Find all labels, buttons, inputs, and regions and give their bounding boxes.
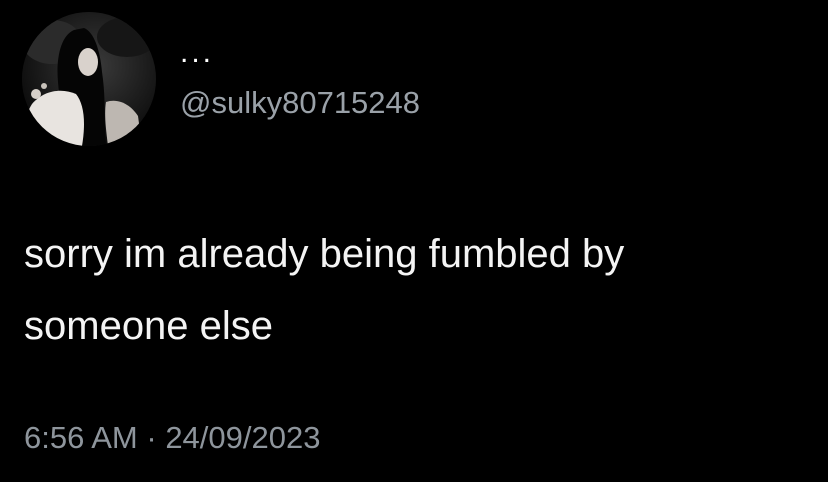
tweet-text: sorry im already being fumbled by someon…	[24, 232, 625, 348]
display-name[interactable]: ...	[180, 38, 214, 68]
meta-separator: ·	[137, 420, 166, 455]
tweet-date: 24/09/2023	[165, 420, 321, 455]
profile-photo-icon	[22, 12, 156, 146]
avatar[interactable]	[22, 12, 156, 146]
tweet-time: 6:56 AM	[24, 420, 138, 455]
tweet-card: ... @sulky80715248 sorry im already bein…	[0, 0, 828, 482]
user-handle[interactable]: @sulky80715248	[180, 85, 420, 121]
tweet-timestamp[interactable]: 6:56 AM · 24/09/2023	[24, 420, 320, 456]
